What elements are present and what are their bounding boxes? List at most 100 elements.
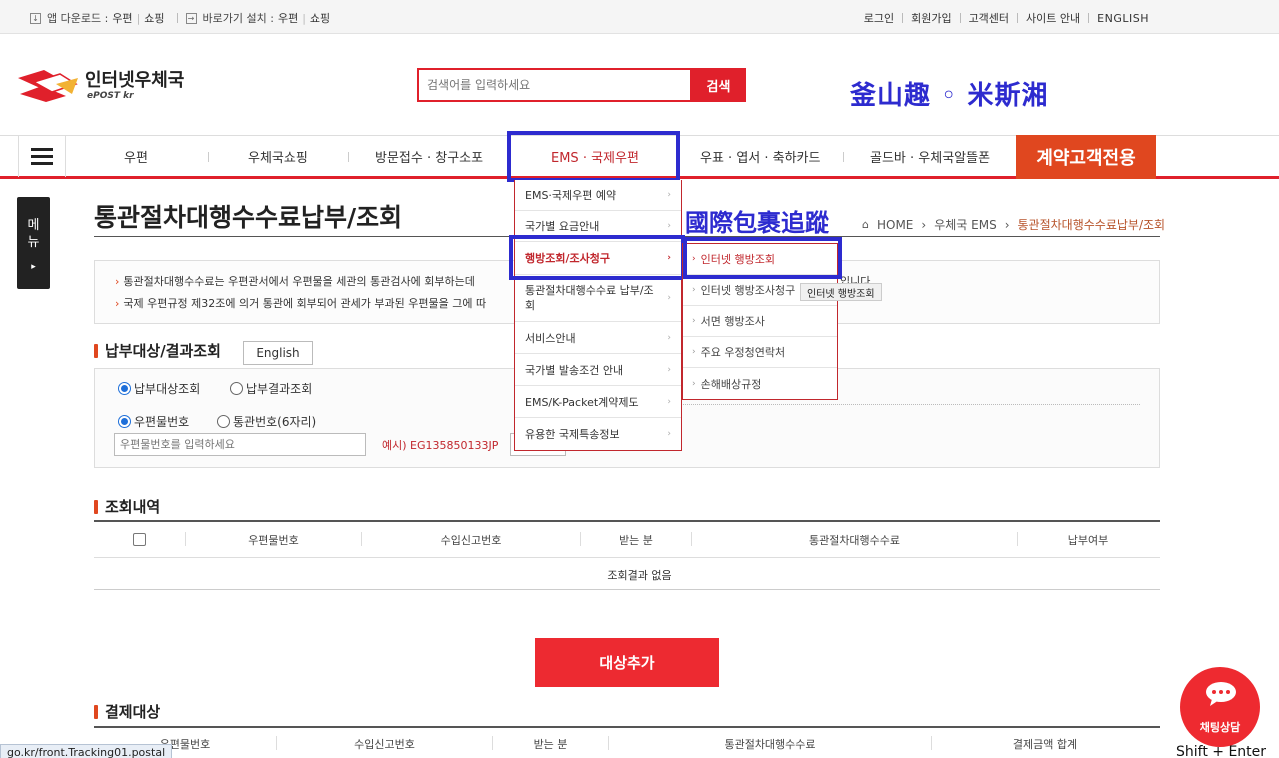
keyboard-hint: Shift + Enter (1176, 744, 1267, 758)
bullet-icon: › (692, 378, 696, 389)
bullet-icon: › (692, 347, 696, 357)
section-title: 결제대상 (105, 703, 161, 721)
info-line: › 국제 우편규정 제32조에 의거 통관에 회부되어 관세가 부과된 우편물을 … (115, 295, 486, 311)
dropdown-item-customs-fee[interactable]: 통관절차대행수수료 납부/조회 › (515, 275, 681, 322)
column-header: 받는 분 (533, 738, 568, 751)
empty-result-text: 조회결과 없음 (607, 569, 672, 582)
site-guide-link[interactable]: 사이트 안내 (1026, 10, 1080, 26)
info-line: › 통관절차대행수수료는 우편관서에서 우편물을 세관의 통관검사에 회부하는데 (115, 273, 475, 289)
divider (1088, 13, 1090, 23)
section-title: 납부대상/결과조회 (105, 342, 221, 360)
info-line-text: 통관절차대행수수료는 우편관서에서 우편물을 세관의 통관검사에 회부하는데 (123, 275, 475, 288)
hamburger-icon-bar (31, 161, 53, 165)
app-download-post-link[interactable]: 우편 (112, 10, 132, 26)
logo-title[interactable]: 인터넷우체국 (85, 66, 184, 92)
contract-customer-button[interactable]: 계약고객전용 (1016, 135, 1156, 179)
divider (208, 152, 209, 162)
page-title: 통관절차대행수수료납부/조회 (94, 203, 403, 232)
shortcut-post-link[interactable]: 우편 (278, 10, 298, 26)
section-marker-icon (94, 499, 98, 514)
bullet-icon: › (692, 285, 696, 295)
highlight-box (507, 131, 680, 182)
signup-link[interactable]: 회원가입 (911, 10, 951, 26)
shortcut-shop-link[interactable]: 쇼핑 (310, 10, 330, 26)
chat-bubble-icon (1206, 682, 1236, 706)
nav-item-shopping[interactable]: 우체국쇼핑 (248, 147, 308, 166)
section-marker-icon (94, 343, 98, 358)
dropdown-item-service-guide[interactable]: 서비스안내 › (515, 322, 681, 354)
radio-checked-icon (118, 415, 131, 428)
section-heading-results: 조회내역 (94, 496, 160, 517)
ems-dropdown-menu: EMS·국제우편 예약 › 국가별 요금안내 › 행방조회/조사청구 › 통관절차대행… (514, 180, 682, 451)
radio-label: 우편물번호 (134, 415, 190, 429)
divider (348, 152, 349, 162)
section-heading-payment-lookup: 납부대상/결과조회 (94, 340, 221, 361)
hamburger-icon (31, 147, 53, 151)
dropdown-item-ems-reservation[interactable]: EMS·국제우편 예약 › (515, 180, 681, 211)
tooltip: 인터넷 행방조회 (800, 283, 882, 301)
column-header: 납부여부 (1067, 534, 1109, 547)
submenu-item-postal-contacts[interactable]: › 주요 우정청연락처 (683, 337, 837, 368)
search-button[interactable]: 검색 (691, 68, 746, 102)
breadcrumb-home[interactable]: HOME (877, 218, 913, 232)
radio-customs-number[interactable]: 통관번호(6자리) (217, 413, 316, 430)
dropdown-item-shipping-conditions[interactable]: 국가별 발송조건 안내 › (515, 354, 681, 386)
bullet-icon: › (692, 316, 696, 326)
highlight-box (509, 235, 685, 280)
dropdown-item-useful-info[interactable]: 유용한 국제특송정보 › (515, 418, 681, 450)
app-download-shop-link[interactable]: 쇼핑 (144, 10, 164, 26)
english-link[interactable]: ENGLISH (1097, 12, 1149, 25)
side-menu-tab[interactable]: 메뉴 ▸ (17, 197, 50, 289)
home-icon: ⌂ (862, 218, 869, 231)
radio-checked-icon (118, 382, 131, 395)
info-line-text: 국제 우편규정 제32조에 의거 통관에 회부되어 관세가 부과된 우편물을 그… (123, 297, 487, 310)
radio-payment-target[interactable]: 납부대상조회 (118, 380, 200, 397)
select-all-checkbox[interactable] (133, 533, 146, 546)
nav-item-goldbar-phone[interactable]: 골드바 · 우체국알뜰폰 (870, 147, 990, 166)
submenu-item-label: 주요 우정청연락처 (700, 346, 786, 359)
divider: | (136, 11, 141, 25)
topbar-left: ↓ 앱 다운로드 : 우편 | 쇼핑 → 바로가기 설치 : 우편 | 쇼핑 (30, 10, 334, 26)
section-heading-payment-target: 결제대상 (94, 701, 160, 722)
english-button[interactable]: English (243, 341, 313, 365)
breadcrumb-ems[interactable]: 우체국 EMS (934, 216, 997, 233)
submenu-item-written-investigation[interactable]: › 서면 행방조사 (683, 306, 837, 337)
nav-item-visit-parcel[interactable]: 방문접수 · 창구소포 (375, 147, 483, 166)
login-link[interactable]: 로그인 (864, 10, 894, 26)
mail-number-input[interactable] (115, 434, 365, 455)
radio-payment-result[interactable]: 납부결과조회 (230, 380, 312, 397)
submenu-item-label: 손해배상규정 (700, 377, 762, 391)
chat-consult-button[interactable]: 채팅상담 (1180, 667, 1260, 747)
table-top-rule (94, 520, 1160, 522)
shortcut-icon: → (185, 12, 197, 24)
arrow-icon: › (115, 297, 120, 310)
column-header: 받는 분 (619, 534, 653, 547)
dropdown-item-label: 유용한 국제특송정보 (525, 428, 620, 441)
submenu-item-compensation-rules[interactable]: › 손해배상규정 (683, 368, 837, 399)
section-title: 조회내역 (105, 498, 161, 516)
search-box (417, 68, 692, 102)
search-input[interactable] (419, 70, 690, 100)
side-menu-label: 메뉴 (27, 218, 40, 250)
radio-label: 통관번호(6자리) (233, 415, 317, 429)
radio-mail-number[interactable]: 우편물번호 (118, 413, 189, 430)
hamburger-menu-button[interactable] (18, 135, 66, 177)
column-header: 통관절차대행수수료 (724, 738, 816, 751)
radio-unchecked-icon (217, 415, 230, 428)
column-header: 결제금액 합계 (1012, 738, 1078, 751)
overlay-annotation-text: 釜山趣 ◦ 米斯湘 (850, 81, 1049, 111)
submenu-item-label: 서면 행방조사 (700, 315, 765, 328)
column-header: 통관절차대행수수료 (808, 534, 901, 547)
customer-center-link[interactable]: 고객센터 (969, 10, 1009, 26)
divider: | (302, 11, 306, 25)
shortcut-label: 바로가기 설치 : (202, 12, 274, 25)
dropdown-item-label: 국가별 발송조건 안내 (525, 363, 624, 377)
dropdown-item-kpacket-contract[interactable]: EMS/K-Packet계약제도 › (515, 386, 681, 418)
chevron-right-icon: ▸ (31, 262, 36, 272)
nav-item-stamps-cards[interactable]: 우표 · 엽서 · 축하카드 (700, 147, 820, 166)
example-text: 예시) EG135850133JP (382, 439, 499, 452)
nav-item-post[interactable]: 우편 (124, 147, 148, 166)
chevron-right-icon: › (667, 396, 671, 407)
dropdown-item-label: 통관절차대행수수료 납부/조회 (525, 284, 654, 312)
add-target-button[interactable]: 대상추가 (535, 638, 719, 687)
